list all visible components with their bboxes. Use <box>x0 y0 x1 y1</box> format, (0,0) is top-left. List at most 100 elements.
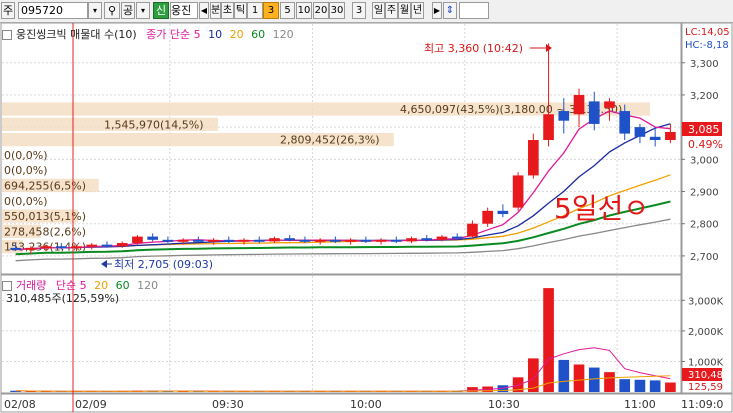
volume-profile-label: 0(0,0%) <box>4 195 48 208</box>
x-axis-label: 02/09 <box>75 398 107 411</box>
period-tab-13[interactable]: 년 <box>411 2 424 19</box>
period-tab-4[interactable]: 3 <box>263 2 279 19</box>
candle-body <box>451 236 463 239</box>
code-dropdown-icon[interactable]: ▾ <box>88 2 102 19</box>
candle-body <box>253 239 265 242</box>
candle-body <box>482 210 493 224</box>
candle-body <box>573 94 585 115</box>
volume-bar <box>543 288 554 392</box>
volume-badge-pct: 125,59 <box>688 382 723 393</box>
candle-body <box>208 239 219 242</box>
volume-profile-label: 278,458(2,6%) <box>4 225 86 238</box>
candle-body <box>345 239 356 242</box>
handwritten-note: 5일선ㅇ <box>554 192 649 225</box>
legend-checkbox-icon[interactable] <box>2 30 12 40</box>
gong-dropdown-icon[interactable]: ▾ <box>136 2 150 19</box>
candle-body <box>314 239 326 242</box>
candle-body <box>177 239 189 242</box>
prev-period-arrow-icon[interactable]: ◀ <box>199 2 209 19</box>
period-tab-10[interactable]: 일 <box>372 2 385 19</box>
candle-body <box>649 136 661 141</box>
period-tab-6[interactable]: 10 <box>296 2 312 19</box>
period-tab-5[interactable]: 5 <box>280 2 295 19</box>
volume-bar <box>634 379 646 392</box>
candle-body <box>436 236 448 240</box>
x-axis-label: 11:00 <box>624 398 656 411</box>
stock-chart[interactable]: 4,650,097(43,5%)(3,180.00 ~ 3,134.50)1,5… <box>0 22 733 413</box>
period-tab-1[interactable]: 초 <box>221 2 234 19</box>
x-axis-label: 02/08 <box>4 398 36 411</box>
stock-name-field: 웅진 <box>170 2 198 19</box>
stock-code-input[interactable]: 095720 <box>18 2 88 19</box>
volume-bar <box>558 359 570 392</box>
candle-body <box>421 238 433 241</box>
search-icon[interactable]: ⚲ <box>104 2 120 19</box>
candle-body <box>528 140 539 176</box>
period-tab-8[interactable]: 30 <box>329 2 345 19</box>
current-price-value: 3,085 <box>688 123 720 136</box>
period-tab-0[interactable]: 분 <box>210 2 221 19</box>
volume-profile-label: 0(0,0%) <box>4 149 48 162</box>
volume-profile-label: 694,255(6,5%) <box>4 179 86 192</box>
period-tab-3[interactable]: 1 <box>247 2 263 19</box>
volume-profile-label: 1,545,970(14,5%) <box>104 118 204 131</box>
toolbar: 주 095720 ▾ ⚲ 공 ▾ 신 웅진 ◀ 분 초 틱 1 3 5 10 20 30 3 일 주 월… <box>0 0 733 23</box>
period-tab-7[interactable]: 20 <box>313 2 329 19</box>
candle-body <box>147 236 158 240</box>
vol-ma120-label: 120 <box>137 279 159 292</box>
volume-profile-label: 0(0,0%) <box>4 164 48 177</box>
candle-body <box>634 127 646 137</box>
candle-body <box>55 246 67 249</box>
ma120-label: 120 <box>272 28 294 41</box>
period-tab-9[interactable]: 3 <box>352 2 366 19</box>
candle-body <box>665 131 676 141</box>
gong-button[interactable]: 공 <box>121 2 135 19</box>
candle-body <box>25 247 37 250</box>
market-select-label[interactable]: 주 <box>1 2 15 19</box>
candle-body <box>86 244 98 247</box>
volume-tick-label: 2,000K <box>688 327 724 338</box>
low-annotation: 최저 2,705 (09:03) <box>114 258 213 271</box>
ma10-label: 10 <box>208 28 223 41</box>
period-tab-12[interactable]: 월 <box>398 2 411 19</box>
high-annotation: 최고 3,360 (10:42) <box>424 42 523 55</box>
volume-bar <box>619 379 631 392</box>
change-pct-value: 0.49% <box>688 138 723 151</box>
price-tick-label: 2,800 <box>690 220 719 231</box>
volume-bar <box>665 382 676 392</box>
ma20-label: 20 <box>229 28 244 41</box>
candle-body <box>390 239 402 242</box>
candle-body <box>330 239 341 242</box>
x-axis-label: 10:00 <box>350 398 382 411</box>
sin-button[interactable]: 신 <box>153 2 169 19</box>
price-tick-label: 3,000 <box>690 155 719 166</box>
candle-body <box>269 238 280 242</box>
price-tick-label: 3,300 <box>690 59 719 70</box>
volume-tick-label: 3,000K <box>688 296 724 307</box>
candle-body <box>10 247 21 250</box>
candle-body <box>193 239 204 242</box>
candle-body <box>543 114 554 141</box>
period-tab-11[interactable]: 주 <box>385 2 398 19</box>
candle-body <box>101 244 113 247</box>
sort-updown-icon[interactable]: ⇕ <box>443 2 457 19</box>
ma-legend-label: 종가 단순 <box>146 28 191 41</box>
extra-input[interactable] <box>459 2 489 19</box>
volume-bar <box>573 364 585 392</box>
price-tick-label: 2,900 <box>690 188 719 199</box>
candle-body <box>162 239 174 242</box>
volume-profile-label: 2,809,452(26,3%) <box>280 134 380 147</box>
volume-bar <box>649 380 661 392</box>
candle-body <box>360 239 372 242</box>
candle-body <box>238 239 250 242</box>
candle-body <box>588 101 600 124</box>
candle-body <box>604 101 615 108</box>
price-legend: 웅진씽크빅 매물대 수(10) 종가 단순 5 10 20 60 120 <box>2 26 294 42</box>
ma60-label: 60 <box>251 28 266 41</box>
hc-label: HC:-8,18 <box>685 40 729 51</box>
x-axis-label: 09:30 <box>212 398 244 411</box>
period-tab-2[interactable]: 틱 <box>234 2 247 19</box>
x-axis-label: 10:30 <box>488 398 520 411</box>
next-period-arrow-icon[interactable]: ▶ <box>432 2 442 19</box>
candle-body <box>299 239 311 242</box>
